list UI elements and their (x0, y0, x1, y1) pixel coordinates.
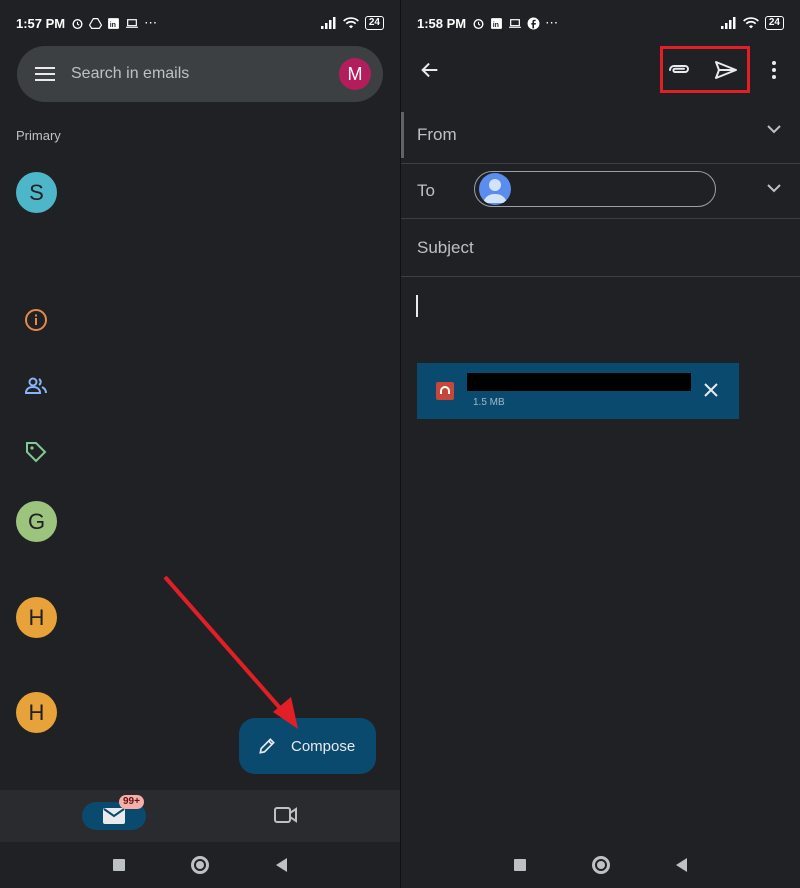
info-icon[interactable] (24, 308, 48, 332)
status-bar: 1:58 PM in ⋯ 24 (401, 0, 800, 46)
more-notifications-icon: ⋯ (545, 15, 559, 30)
compose-label: Compose (291, 737, 356, 755)
home-icon[interactable] (592, 856, 610, 874)
sender-avatar[interactable]: S (16, 172, 57, 213)
system-navigation (401, 842, 800, 888)
body-text-cursor[interactable] (416, 295, 418, 317)
sender-avatar[interactable]: H (16, 597, 57, 638)
signal-icon (720, 17, 736, 29)
tag-icon[interactable] (24, 440, 48, 464)
recents-icon[interactable] (113, 859, 126, 871)
status-time: 1:57 PM (16, 15, 66, 31)
back-arrow-icon[interactable] (418, 58, 442, 82)
drive-icon (89, 17, 103, 29)
subject-field[interactable]: Subject (401, 219, 800, 277)
close-icon[interactable] (703, 382, 719, 398)
redacted-filename (467, 373, 691, 391)
back-triangle-icon[interactable] (275, 858, 287, 872)
chevron-down-icon[interactable] (767, 125, 781, 134)
alarm-icon (473, 18, 484, 29)
sender-initial: S (29, 179, 44, 205)
menu-icon[interactable] (35, 66, 55, 82)
battery-indicator: 24 (764, 16, 784, 30)
subject-placeholder[interactable]: Subject (417, 238, 474, 258)
linkedin-icon: in (491, 17, 503, 29)
highlight-annotation (660, 46, 750, 93)
attachment-size: 1.5 MB (473, 397, 505, 408)
to-label: To (417, 181, 435, 200)
video-meet-icon[interactable] (274, 806, 298, 824)
home-icon[interactable] (191, 856, 210, 874)
system-navigation (0, 842, 400, 888)
svg-text:in: in (110, 21, 116, 28)
from-row[interactable]: From (401, 106, 800, 164)
pencil-icon (259, 738, 275, 754)
mail-icon (103, 808, 125, 824)
account-avatar[interactable]: M (339, 58, 371, 90)
search-bar[interactable]: Search in emails M (17, 46, 383, 102)
svg-text:in: in (493, 21, 499, 28)
signal-icon (320, 17, 336, 29)
sender-avatar[interactable]: G (16, 501, 57, 542)
recents-icon[interactable] (514, 859, 526, 871)
laptop-icon (126, 18, 139, 28)
sender-avatar[interactable]: H (16, 692, 57, 733)
laptop-icon (509, 18, 522, 28)
status-bar: 1:57 PM in ⋯ 24 (0, 0, 400, 46)
chevron-down-icon[interactable] (767, 184, 781, 193)
wifi-icon (342, 17, 359, 29)
sender-initial: H (28, 699, 45, 725)
battery-indicator: 24 (364, 16, 384, 30)
compose-button[interactable]: Compose (239, 718, 376, 774)
alarm-icon (72, 18, 83, 29)
search-placeholder[interactable]: Search in emails (71, 65, 339, 83)
sender-initial: G (27, 508, 46, 534)
wifi-icon (742, 17, 759, 29)
more-vert-icon[interactable] (762, 58, 786, 82)
people-icon[interactable] (24, 374, 48, 398)
from-label: From (417, 124, 457, 144)
person-icon (483, 179, 507, 203)
recipient-avatar (479, 173, 511, 205)
facebook-icon (527, 17, 540, 29)
sender-initial: H (28, 604, 45, 630)
section-label-primary: Primary (16, 128, 61, 143)
back-triangle-icon[interactable] (676, 858, 687, 872)
attachment-card[interactable]: 1.5 MB (417, 363, 739, 419)
file-icon (436, 382, 454, 400)
compose-screen: 1:58 PM in ⋯ 24 From To Subject 1.5 MB (400, 0, 800, 888)
inbox-screen: 1:57 PM in ⋯ 24 Search in emails M Prima… (0, 0, 400, 888)
bottom-navigation: 99+ (0, 790, 400, 842)
status-time: 1:58 PM (417, 15, 467, 31)
more-notifications-icon: ⋯ (144, 15, 158, 30)
linkedin-icon: in (108, 17, 120, 29)
unread-badge: 99+ (119, 795, 144, 809)
